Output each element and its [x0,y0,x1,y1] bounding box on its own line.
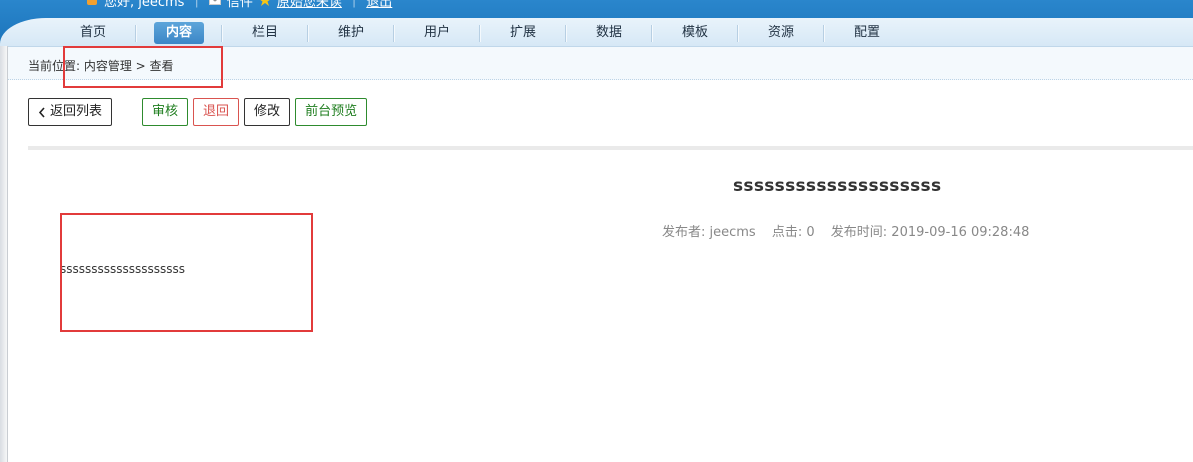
user-info-bar: 您好, jeecms | 信件 原始您未读 | 退出 [86,0,392,10]
article-title: ssssssssssssssssssss [733,176,942,196]
nav-label: 资源 [767,25,794,40]
separator: | [194,0,199,8]
nav-label: 内容 [153,22,204,44]
greeting-text: 您好, jeecms [104,0,185,10]
back-to-list-button[interactable]: 返回列表 [28,98,113,126]
publisher: 发布者: jeecms [662,225,756,240]
chevron-left-icon [38,106,45,118]
main-nav: 首页 内容 栏目 维护 用户 扩展 数据 模板 资源 配置 [50,21,910,45]
nav-item-resource[interactable]: 资源 [738,22,824,44]
nav-item-maintain[interactable]: 维护 [308,22,394,44]
mail-icon [208,0,221,5]
nav-item-config[interactable]: 配置 [824,22,910,44]
nav-label: 首页 [79,25,106,40]
nav-label: 模板 [681,25,708,40]
nav-label: 用户 [423,25,450,40]
nav-label: 维护 [337,25,364,40]
nav-label: 配置 [853,25,880,40]
back-label: 返回列表 [50,104,103,119]
edit-label: 修改 [254,104,281,119]
nav-label: 数据 [595,25,622,40]
toolbar: 返回列表 审核 退回 修改 前台预览 [28,98,368,126]
publish-time: 发布时间: 2019-09-16 09:28:48 [830,225,1030,240]
nav-item-template[interactable]: 模板 [652,22,738,44]
divider [28,146,1193,150]
click-count: 点击: 0 [771,225,815,240]
preview-button[interactable]: 前台预览 [295,98,368,126]
reject-label: 退回 [203,104,230,119]
nav-label: 栏目 [251,25,278,40]
logout-link[interactable]: 退出 [366,0,392,10]
nav-item-channel[interactable]: 栏目 [222,22,308,44]
reject-button[interactable]: 退回 [193,98,240,126]
user-icon [87,0,97,5]
highlight-box-breadcrumb [63,46,223,88]
nav-item-extend[interactable]: 扩展 [480,22,566,44]
unread-link[interactable]: 原始您未读 [277,0,342,10]
preview-label: 前台预览 [305,104,358,119]
nav-label: 扩展 [509,25,536,40]
left-rail [0,46,8,462]
article-meta: 发布者: jeecms 点击: 0 发布时间: 2019-09-16 09:28… [662,221,1041,240]
separator: | [351,0,357,8]
approve-button[interactable]: 审核 [142,98,189,126]
nav-item-user[interactable]: 用户 [394,22,480,44]
edit-button[interactable]: 修改 [244,98,291,126]
star-icon [260,0,269,6]
nav-item-home[interactable]: 首页 [50,22,136,44]
approve-label: 审核 [152,104,179,119]
highlight-box-content [60,213,313,332]
nav-item-data[interactable]: 数据 [566,22,652,44]
message-label[interactable]: 信件 [227,0,253,10]
nav-item-content[interactable]: 内容 [136,22,222,44]
